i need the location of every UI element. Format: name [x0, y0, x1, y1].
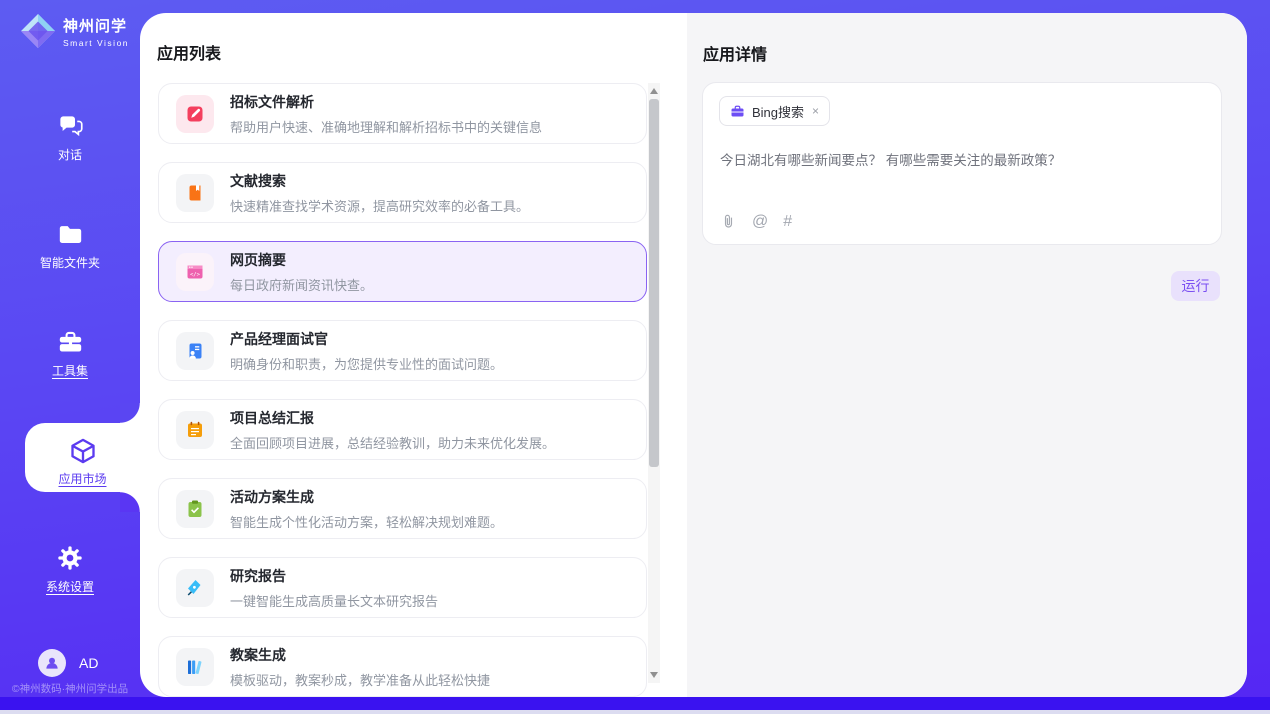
app-card-literature-search[interactable]: 文献搜索 快速精准查找学术资源，提高研究效率的必备工具。	[158, 162, 647, 223]
app-card-web-summary[interactable]: </> 网页摘要 每日政府新闻资讯快查。	[158, 241, 647, 302]
app-list-title: 应用列表	[157, 40, 221, 64]
paperclip-icon[interactable]	[720, 213, 737, 230]
book-icon	[176, 174, 214, 212]
mention-icon[interactable]: @	[752, 214, 768, 230]
research-pen-icon	[176, 569, 214, 607]
svg-text:</>: </>	[190, 271, 201, 277]
clipboard-check-icon	[176, 490, 214, 528]
edit-square-icon	[176, 95, 214, 133]
sidebar-item-app-market[interactable]: 应用市场	[25, 437, 140, 488]
app-description: 一键智能生成高质量长文本研究报告	[230, 591, 438, 610]
sidebar-item-settings[interactable]: 系统设置	[0, 544, 140, 596]
user-account[interactable]: AD	[38, 649, 98, 677]
input-toolbar: @ #	[720, 213, 792, 230]
scroll-up-icon[interactable]	[650, 88, 658, 94]
app-card-research-report[interactable]: 研究报告 一键智能生成高质量长文本研究报告	[158, 557, 647, 618]
query-input[interactable]: 今日湖北有哪些新闻要点？ 有哪些需要关注的最新政策？	[720, 151, 1200, 171]
hash-icon[interactable]: #	[783, 214, 792, 230]
app-description: 每日政府新闻资讯快查。	[230, 275, 373, 294]
sidebar: 神州问学 Smart Vision 对话 智能文件夹 工具集	[0, 0, 140, 714]
app-card-activity-plan[interactable]: 活动方案生成 智能生成个性化活动方案，轻松解决规划难题。	[158, 478, 647, 539]
sidebar-footer-credit: ©神州数码·神州问学出品	[0, 681, 140, 696]
brand-subtitle: Smart Vision	[63, 38, 129, 48]
sidebar-item-label: 智能文件夹	[40, 256, 100, 270]
tool-tag-bing-search[interactable]: Bing搜索 ×	[719, 96, 830, 126]
app-name: 产品经理面试官	[230, 329, 503, 349]
cube-icon	[69, 437, 97, 465]
run-button[interactable]: 运行	[1171, 271, 1220, 301]
bottom-edge-strip	[0, 710, 1270, 714]
app-name: 研究报告	[230, 566, 438, 586]
app-logo: 神州问学 Smart Vision	[20, 13, 129, 49]
brand-name: 神州问学	[63, 15, 129, 36]
toolbox-icon	[57, 329, 84, 356]
app-card-bid-analysis[interactable]: 招标文件解析 帮助用户快速、准确地理解和解析招标书中的关键信息	[158, 83, 647, 144]
interview-doc-icon	[176, 332, 214, 370]
bottom-band	[0, 697, 1270, 710]
app-description: 明确身份和职责，为您提供专业性的面试问题。	[230, 354, 503, 373]
app-description: 帮助用户快速、准确地理解和解析招标书中的关键信息	[230, 117, 542, 136]
app-name: 招标文件解析	[230, 92, 542, 112]
active-bubble-curve-bottom	[120, 492, 140, 512]
app-name: 项目总结汇报	[230, 408, 555, 428]
app-card-pm-interviewer[interactable]: 产品经理面试官 明确身份和职责，为您提供专业性的面试问题。	[158, 320, 647, 381]
sidebar-item-toolset[interactable]: 工具集	[0, 329, 140, 380]
books-icon	[176, 648, 214, 686]
avatar	[38, 649, 66, 677]
chat-icon	[57, 113, 84, 140]
app-name: 文献搜索	[230, 171, 529, 191]
app-list: 招标文件解析 帮助用户快速、准确地理解和解析招标书中的关键信息 文献搜索 快速精…	[158, 83, 648, 697]
tag-close-icon[interactable]: ×	[812, 104, 819, 118]
app-name: 网页摘要	[230, 250, 373, 270]
sidebar-item-label: 工具集	[52, 364, 88, 378]
app-card-lesson-plan[interactable]: 教案生成 模板驱动，教案秒成，教学准备从此轻松快捷	[158, 636, 647, 697]
sidebar-item-smart-folder[interactable]: 智能文件夹	[0, 221, 140, 272]
sidebar-item-label: 系统设置	[46, 580, 94, 594]
tool-tag-label: Bing搜索	[752, 102, 804, 121]
user-label: AD	[79, 655, 98, 671]
gem-logo-icon	[20, 13, 56, 49]
app-card-project-summary[interactable]: 项目总结汇报 全面回顾项目进展，总结经验教训，助力未来优化发展。	[158, 399, 647, 460]
app-description: 全面回顾项目进展，总结经验教训，助力未来优化发展。	[230, 433, 555, 452]
app-detail-title: 应用详情	[703, 41, 767, 65]
main-frame: 应用列表 招标文件解析 帮助用户快速、准确地理解和解析招标书中的关键信息	[140, 13, 1247, 697]
briefcase-icon	[730, 104, 745, 119]
app-name: 活动方案生成	[230, 487, 503, 507]
app-detail-panel: 应用详情 Bing搜索 × 今日湖北有哪些新闻要点？ 有哪些需要关注的最新政策？…	[687, 13, 1247, 697]
app-name: 教案生成	[230, 645, 490, 665]
report-note-icon	[176, 411, 214, 449]
browser-code-icon: </>	[176, 253, 214, 291]
gear-icon	[56, 544, 84, 572]
scrollbar-thumb[interactable]	[649, 99, 659, 467]
sidebar-item-chat[interactable]: 对话	[0, 113, 140, 164]
app-description: 智能生成个性化活动方案，轻松解决规划难题。	[230, 512, 503, 531]
scroll-down-icon[interactable]	[650, 672, 658, 678]
query-input-card[interactable]: Bing搜索 × 今日湖北有哪些新闻要点？ 有哪些需要关注的最新政策？ @ #	[702, 82, 1222, 245]
sidebar-item-label: 对话	[58, 148, 82, 162]
person-icon	[43, 654, 61, 672]
app-list-scrollbar[interactable]	[648, 83, 660, 683]
sidebar-item-label: 应用市场	[58, 472, 106, 486]
app-description: 模板驱动，教案秒成，教学准备从此轻松快捷	[230, 670, 490, 689]
app-description: 快速精准查找学术资源，提高研究效率的必备工具。	[230, 196, 529, 215]
folder-icon	[57, 221, 84, 248]
active-bubble-curve-top	[120, 403, 140, 423]
